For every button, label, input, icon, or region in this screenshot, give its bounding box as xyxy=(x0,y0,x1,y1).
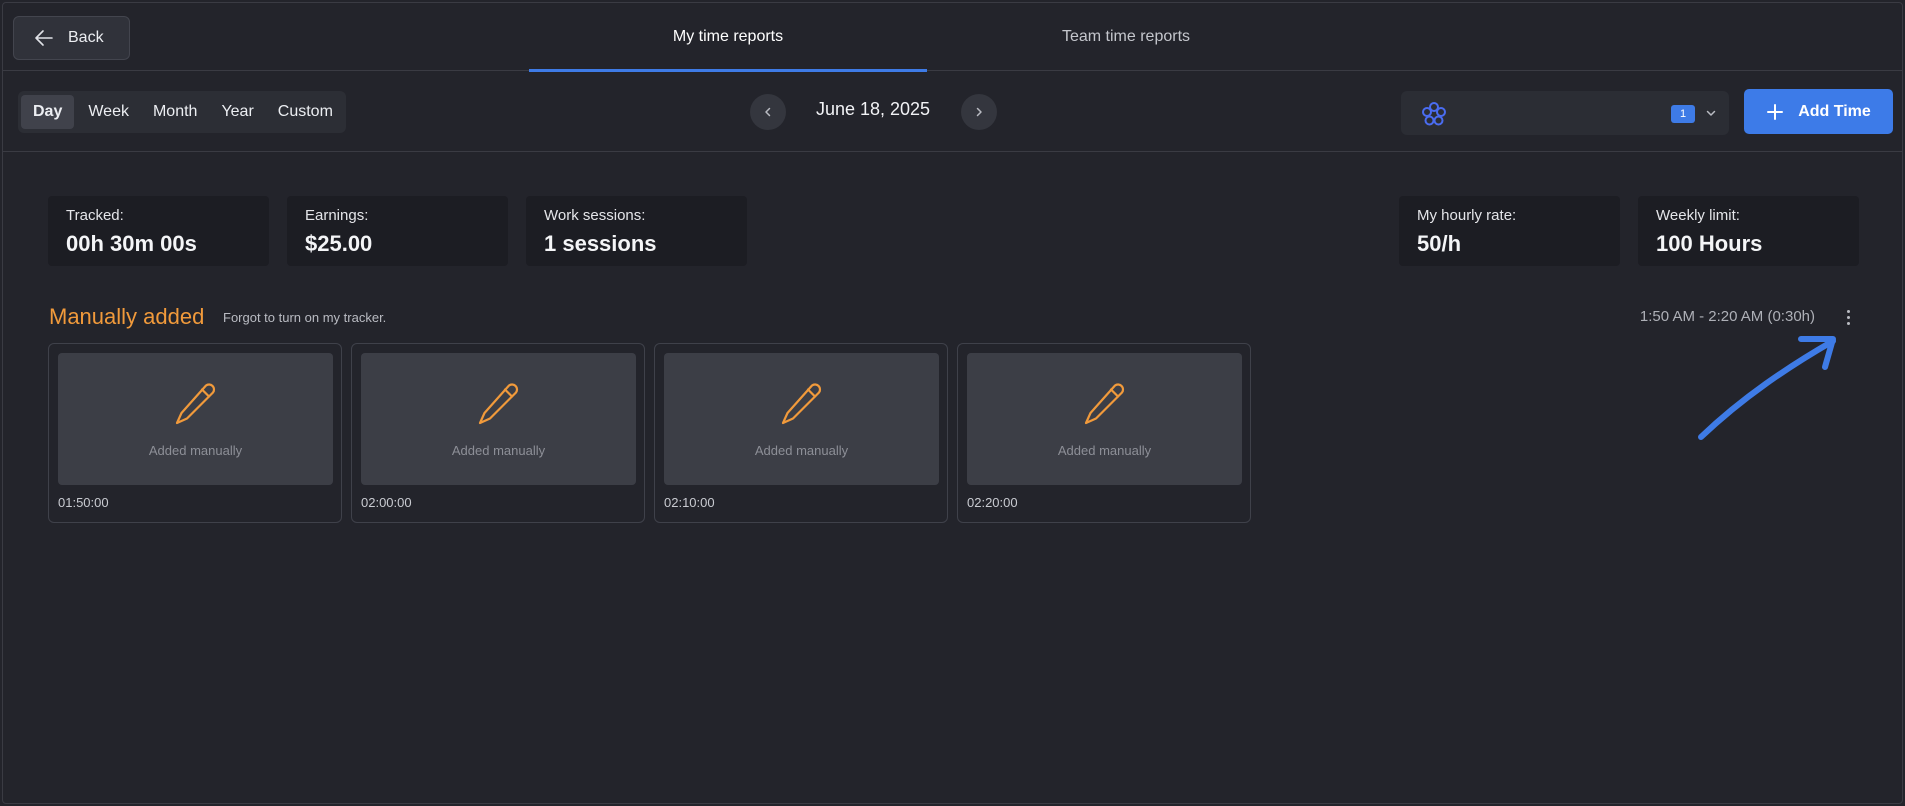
screenshot-time: 02:20:00 xyxy=(967,495,1018,510)
period-month-button[interactable]: Month xyxy=(141,95,209,129)
pencil-icon xyxy=(478,383,519,425)
period-year-button[interactable]: Year xyxy=(209,95,265,129)
kebab-dot xyxy=(1846,309,1850,313)
stat-value: $25.00 xyxy=(305,231,373,256)
screenshot-card[interactable]: Added manually 02:10:00 xyxy=(654,343,948,523)
annotation-arrow-icon xyxy=(1698,336,1836,440)
arrow-left-icon xyxy=(35,30,53,46)
stat-card-weekly-limit: Weekly limit: 100 Hours xyxy=(1638,196,1859,266)
screenshot-thumbnail: Added manually xyxy=(361,353,636,485)
current-date: June 18, 2025 xyxy=(815,99,931,119)
top-bar: Back My time reports Team time reports xyxy=(3,3,1902,72)
screenshot-card[interactable]: Added manually 02:00:00 xyxy=(351,343,645,523)
kebab-dot xyxy=(1846,315,1850,319)
toolbar: Day Week Month Year Custom June 18, 2025… xyxy=(3,72,1902,152)
stat-label: Earnings: xyxy=(305,207,369,224)
screenshot-thumbnail: Added manually xyxy=(967,353,1242,485)
pencil-icon xyxy=(781,383,822,425)
chevron-down-icon xyxy=(1706,110,1716,116)
period-custom-button[interactable]: Custom xyxy=(266,95,345,129)
member-count-badge: 1 xyxy=(1671,105,1695,123)
screenshot-time: 02:10:00 xyxy=(664,495,715,510)
screenshot-caption: Added manually xyxy=(1057,443,1152,458)
stat-label: Work sessions: xyxy=(544,207,646,224)
screenshot-caption: Added manually xyxy=(148,443,243,458)
period-selector: Day Week Month Year Custom xyxy=(18,91,346,133)
back-label: Back xyxy=(68,29,104,46)
tab-team-time-reports-label: Team time reports xyxy=(1061,28,1191,45)
add-time-button[interactable]: Add Time xyxy=(1744,89,1893,134)
period-day-button[interactable]: Day xyxy=(21,95,75,129)
next-date-button[interactable] xyxy=(961,94,997,130)
stat-label: My hourly rate: xyxy=(1417,207,1517,224)
kebab-menu-icon[interactable] xyxy=(1841,306,1855,328)
screenshot-time: 02:00:00 xyxy=(361,495,412,510)
screenshot-thumbnail: Added manually xyxy=(58,353,333,485)
screenshot-time: 01:50:00 xyxy=(58,495,109,510)
stat-value: 100 Hours xyxy=(1656,231,1763,256)
session-time-range: 1:50 AM - 2:20 AM (0:30h) xyxy=(1639,308,1815,325)
screenshot-card[interactable]: Added manually 02:20:00 xyxy=(957,343,1251,523)
screenshot-card[interactable]: Added manually 01:50:00 xyxy=(48,343,342,523)
plus-icon xyxy=(1767,103,1784,120)
pencil-icon xyxy=(1084,383,1125,425)
back-button[interactable]: Back xyxy=(13,16,130,60)
team-logo-icon xyxy=(1422,102,1446,126)
screenshot-caption: Added manually xyxy=(754,443,849,458)
add-time-label: Add Time xyxy=(1798,102,1871,120)
period-week-button[interactable]: Week xyxy=(76,95,141,129)
stat-value: 00h 30m 00s xyxy=(66,231,197,256)
stat-card-work-sessions: Work sessions: 1 sessions xyxy=(526,196,747,266)
app-window: Back My time reports Team time reports D… xyxy=(2,2,1903,804)
kebab-dot xyxy=(1846,321,1850,325)
stat-value: 1 sessions xyxy=(544,231,657,256)
session-note: Forgot to turn on my tracker. xyxy=(223,310,387,325)
pencil-icon xyxy=(175,383,216,425)
previous-date-button[interactable] xyxy=(750,94,786,130)
tab-my-time-reports[interactable]: My time reports xyxy=(529,3,927,72)
stat-card-earnings: Earnings: $25.00 xyxy=(287,196,508,266)
tab-my-time-reports-label: My time reports xyxy=(672,28,784,45)
stat-label: Weekly limit: xyxy=(1656,207,1740,224)
tab-team-time-reports[interactable]: Team time reports xyxy=(927,3,1325,71)
stat-card-hourly-rate: My hourly rate: 50/h xyxy=(1399,196,1620,266)
screenshot-thumbnail: Added manually xyxy=(664,353,939,485)
team-member-select[interactable]: 1 xyxy=(1401,91,1729,135)
chevron-right-icon xyxy=(976,107,982,117)
stat-card-tracked: Tracked: 00h 30m 00s xyxy=(48,196,269,266)
stat-label: Tracked: xyxy=(66,207,124,224)
chevron-left-icon xyxy=(765,107,771,117)
session-title: Manually added xyxy=(49,304,205,329)
stat-value: 50/h xyxy=(1417,231,1462,256)
screenshot-caption: Added manually xyxy=(451,443,546,458)
